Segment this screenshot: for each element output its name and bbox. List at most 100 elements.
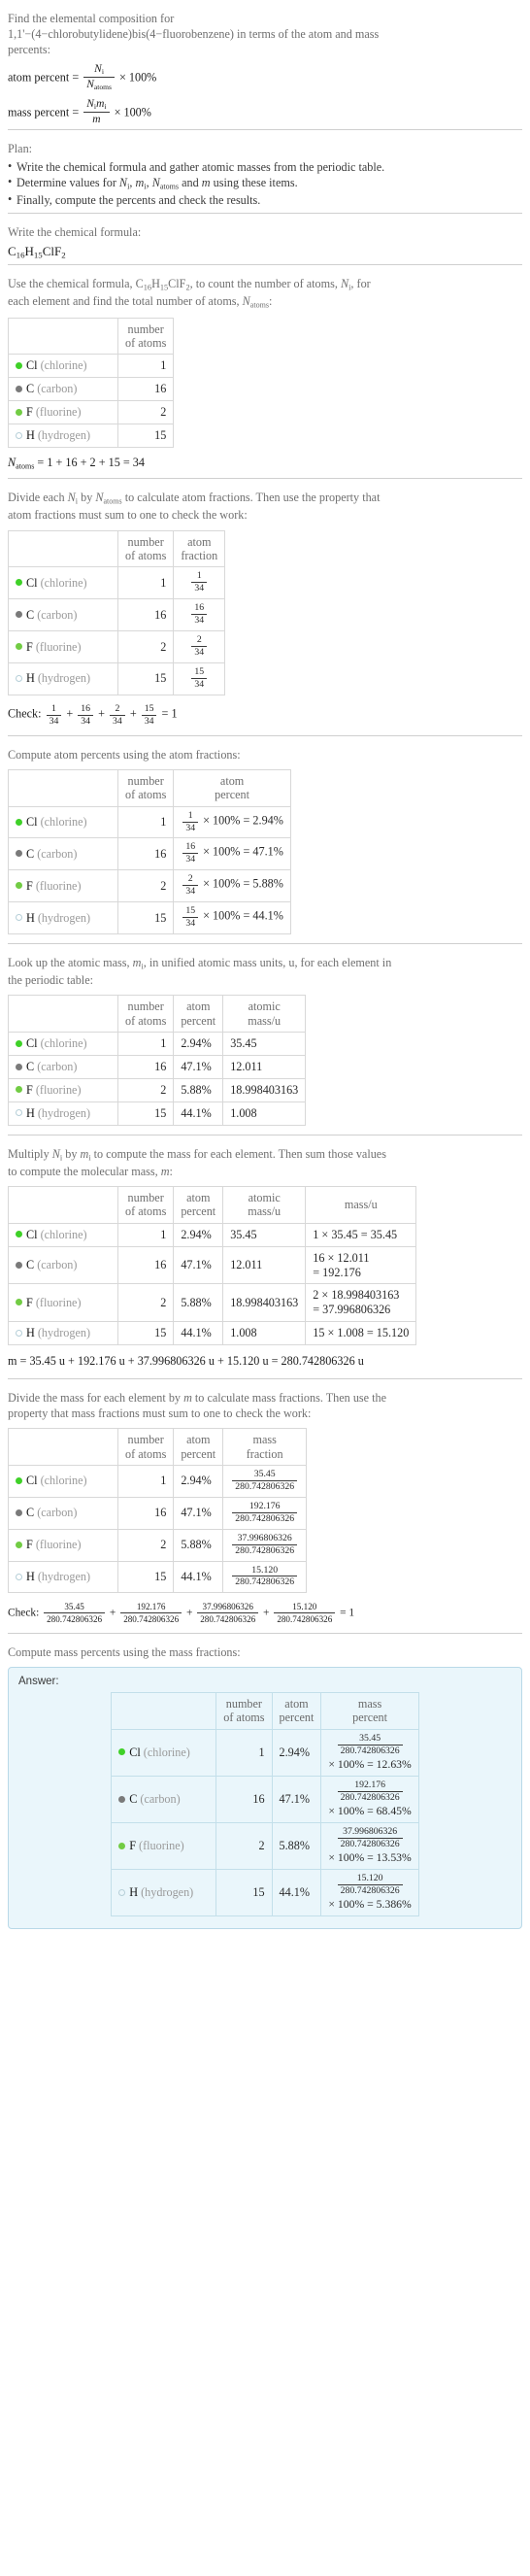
table-row: C (carbon) 16 <box>8 377 175 402</box>
element-cell: H (hydrogen) <box>8 1101 118 1126</box>
atom-fraction-section: Divide each Ni by Natoms to calculate at… <box>8 485 522 742</box>
element-cell: H (hydrogen) <box>8 901 118 935</box>
table-row: H (hydrogen) 15 15 34 <box>8 661 226 695</box>
element-name: (hydrogen) <box>37 671 91 686</box>
atom-fraction-check-line: Check: 1 34 + 16 34 + 2 34 + 15 34 = 1 <box>8 702 178 727</box>
element-color-dot <box>16 882 22 890</box>
element-name: (carbon) <box>37 846 78 861</box>
element-name: (carbon) <box>37 382 78 396</box>
mass-percent-prompt: Compute mass percents using the mass fra… <box>8 1644 241 1659</box>
element-symbol: Cl <box>26 1036 38 1051</box>
atom-count-cell: 16 <box>116 1055 175 1079</box>
element-name: (fluorine) <box>35 878 82 893</box>
element-symbol: Cl <box>26 815 38 830</box>
element-symbol: F <box>26 1082 33 1097</box>
plan-section: Plan: Write the chemical formula and gat… <box>8 136 522 220</box>
table-row: Cl (chlorine) 1 1 34 <box>8 566 226 600</box>
table-row: C (carbon) 16 47.1% 192.176 280.742806326 <box>8 1496 308 1530</box>
element-color-dot <box>16 1541 22 1548</box>
element-color-dot <box>118 1842 126 1849</box>
atom-percent-cell: 5.88% <box>271 1822 322 1871</box>
element-color-dot <box>16 674 22 682</box>
element-symbol: H <box>129 1885 139 1900</box>
element-color-dot <box>16 1086 22 1094</box>
table-header-row: number of atoms atom percent mass percen… <box>111 1691 419 1730</box>
plan-item-label: Finally, compute the percents and check … <box>17 193 261 208</box>
element-name: (carbon) <box>37 1258 78 1272</box>
element-symbol: C <box>26 607 35 622</box>
table-row: C (carbon) 16 16 34 × 100% = 47.1% <box>8 837 291 871</box>
atom-count-cell: 2 <box>116 630 175 663</box>
mass-fraction-section: Divide the mass for each element by m to… <box>8 1385 522 1640</box>
atom-percent-cell: 2.94% <box>173 1222 224 1247</box>
atomic-mass-cell: 1.008 <box>222 1321 307 1346</box>
element-color-dot <box>16 1508 22 1516</box>
element-symbol: C <box>26 1506 35 1520</box>
element-cell: Cl (chlorine) <box>8 354 118 379</box>
mass-fraction-prompt-line2: property that mass fractions must sum to… <box>8 1407 312 1421</box>
element-cell: F (fluorine) <box>8 1528 118 1562</box>
problem-intro-line3: percents: <box>8 43 50 57</box>
col-atomic-mass: atomic mass/u <box>222 1186 307 1224</box>
element-cell: H (hydrogen) <box>8 1321 118 1346</box>
atomic-mass-cell: 18.998403163 <box>222 1077 307 1102</box>
element-name: (hydrogen) <box>37 1326 91 1340</box>
col-element <box>8 529 118 568</box>
mass-calc-cell: 15 × 1.008 = 15.120 <box>305 1321 417 1346</box>
atom-count-table: number of atoms Cl (chlorine) 1 C (carbo… <box>8 317 175 448</box>
table-row: Cl (chlorine) 1 <box>8 354 175 379</box>
atomic-mass-prompt-line2: the periodic table: <box>8 973 93 988</box>
col-element <box>8 317 118 356</box>
atom-percent-cell: 5.88% <box>173 1077 224 1102</box>
plan-item-label: Write the chemical formula and gather at… <box>17 159 385 174</box>
element-color-dot <box>16 818 22 826</box>
element-color-dot <box>16 1261 22 1269</box>
atom-percent-cell: 5.88% <box>173 1528 224 1562</box>
element-cell: Cl (chlorine) <box>8 1222 118 1247</box>
atom-fraction-cell: 1 34 <box>173 566 226 600</box>
col-atom-fraction: atom fraction <box>173 529 226 568</box>
mass-percent-cell: 37.996806326 280.742806326 × 100% = 13.53… <box>320 1822 419 1871</box>
element-cell: C (carbon) <box>8 377 118 402</box>
element-cell: Cl (chlorine) <box>8 566 118 600</box>
col-atom-percent: atom percent <box>173 995 224 1034</box>
element-color-dot <box>16 431 22 439</box>
col-mass-fraction: mass fraction <box>222 1428 308 1466</box>
problem-statement-section: Find the elemental composition for 1,1'−… <box>8 6 522 136</box>
table-row: H (hydrogen) 15 44.1% 15.120 280.74280632… <box>8 1560 308 1594</box>
atom-count-cell: 16 <box>116 1496 175 1530</box>
element-name: (fluorine) <box>35 1295 82 1309</box>
element-name: (chlorine) <box>40 1227 87 1241</box>
divider <box>8 943 522 945</box>
element-name: (carbon) <box>37 1060 78 1074</box>
table-row: Cl (chlorine) 1 1 34 × 100% = 2.94% <box>8 805 291 839</box>
element-cell: Cl (chlorine) <box>111 1728 217 1777</box>
atom-percent-section: Compute atom percents using the atom fra… <box>8 742 522 950</box>
mass-fraction-cell: 35.45 280.742806326 <box>222 1464 308 1498</box>
atom-percent-cell: 44.1% <box>271 1869 322 1917</box>
mass-percent-times-100: × 100% <box>114 105 151 119</box>
col-element <box>8 768 118 807</box>
atom-count-prompt-line1: Use the chemical formula, C16H15ClF2, to… <box>8 276 371 291</box>
element-symbol: F <box>26 639 33 654</box>
atom-percent-prompt: Compute atom percents using the atom fra… <box>8 747 241 762</box>
table-row: C (carbon) 16 47.1% 192.176 280.742806326… <box>111 1775 419 1824</box>
element-cell: C (carbon) <box>8 1245 118 1285</box>
element-symbol: H <box>26 671 35 686</box>
element-symbol: Cl <box>26 358 38 373</box>
element-cell: F (fluorine) <box>8 400 118 425</box>
mass-calc-prompt-line2: to compute the molecular mass, m: <box>8 1164 173 1178</box>
col-atom-percent: atom percent <box>173 1428 224 1466</box>
atomic-mass-cell: 18.998403163 <box>222 1283 307 1323</box>
mass-percent-table: number of atoms atom percent mass percen… <box>111 1691 419 1917</box>
element-symbol: H <box>26 428 35 443</box>
mass-percent-section: Compute mass percents using the mass fra… <box>8 1640 522 1936</box>
table-header-row: number of atoms <box>8 317 175 356</box>
chemical-formula: C16H15ClF2 <box>8 244 66 260</box>
col-element <box>8 1428 118 1466</box>
atom-percent-cell: 44.1% <box>173 1321 224 1346</box>
atomic-mass-cell: 35.45 <box>222 1222 307 1247</box>
atom-percent-cell: 47.1% <box>173 1496 224 1530</box>
mass-fraction-check-line: Check: 35.45 280.742806326 + 192.176 280.7… <box>8 1602 355 1624</box>
table-row: C (carbon) 16 47.1% 12.011 <box>8 1055 307 1079</box>
